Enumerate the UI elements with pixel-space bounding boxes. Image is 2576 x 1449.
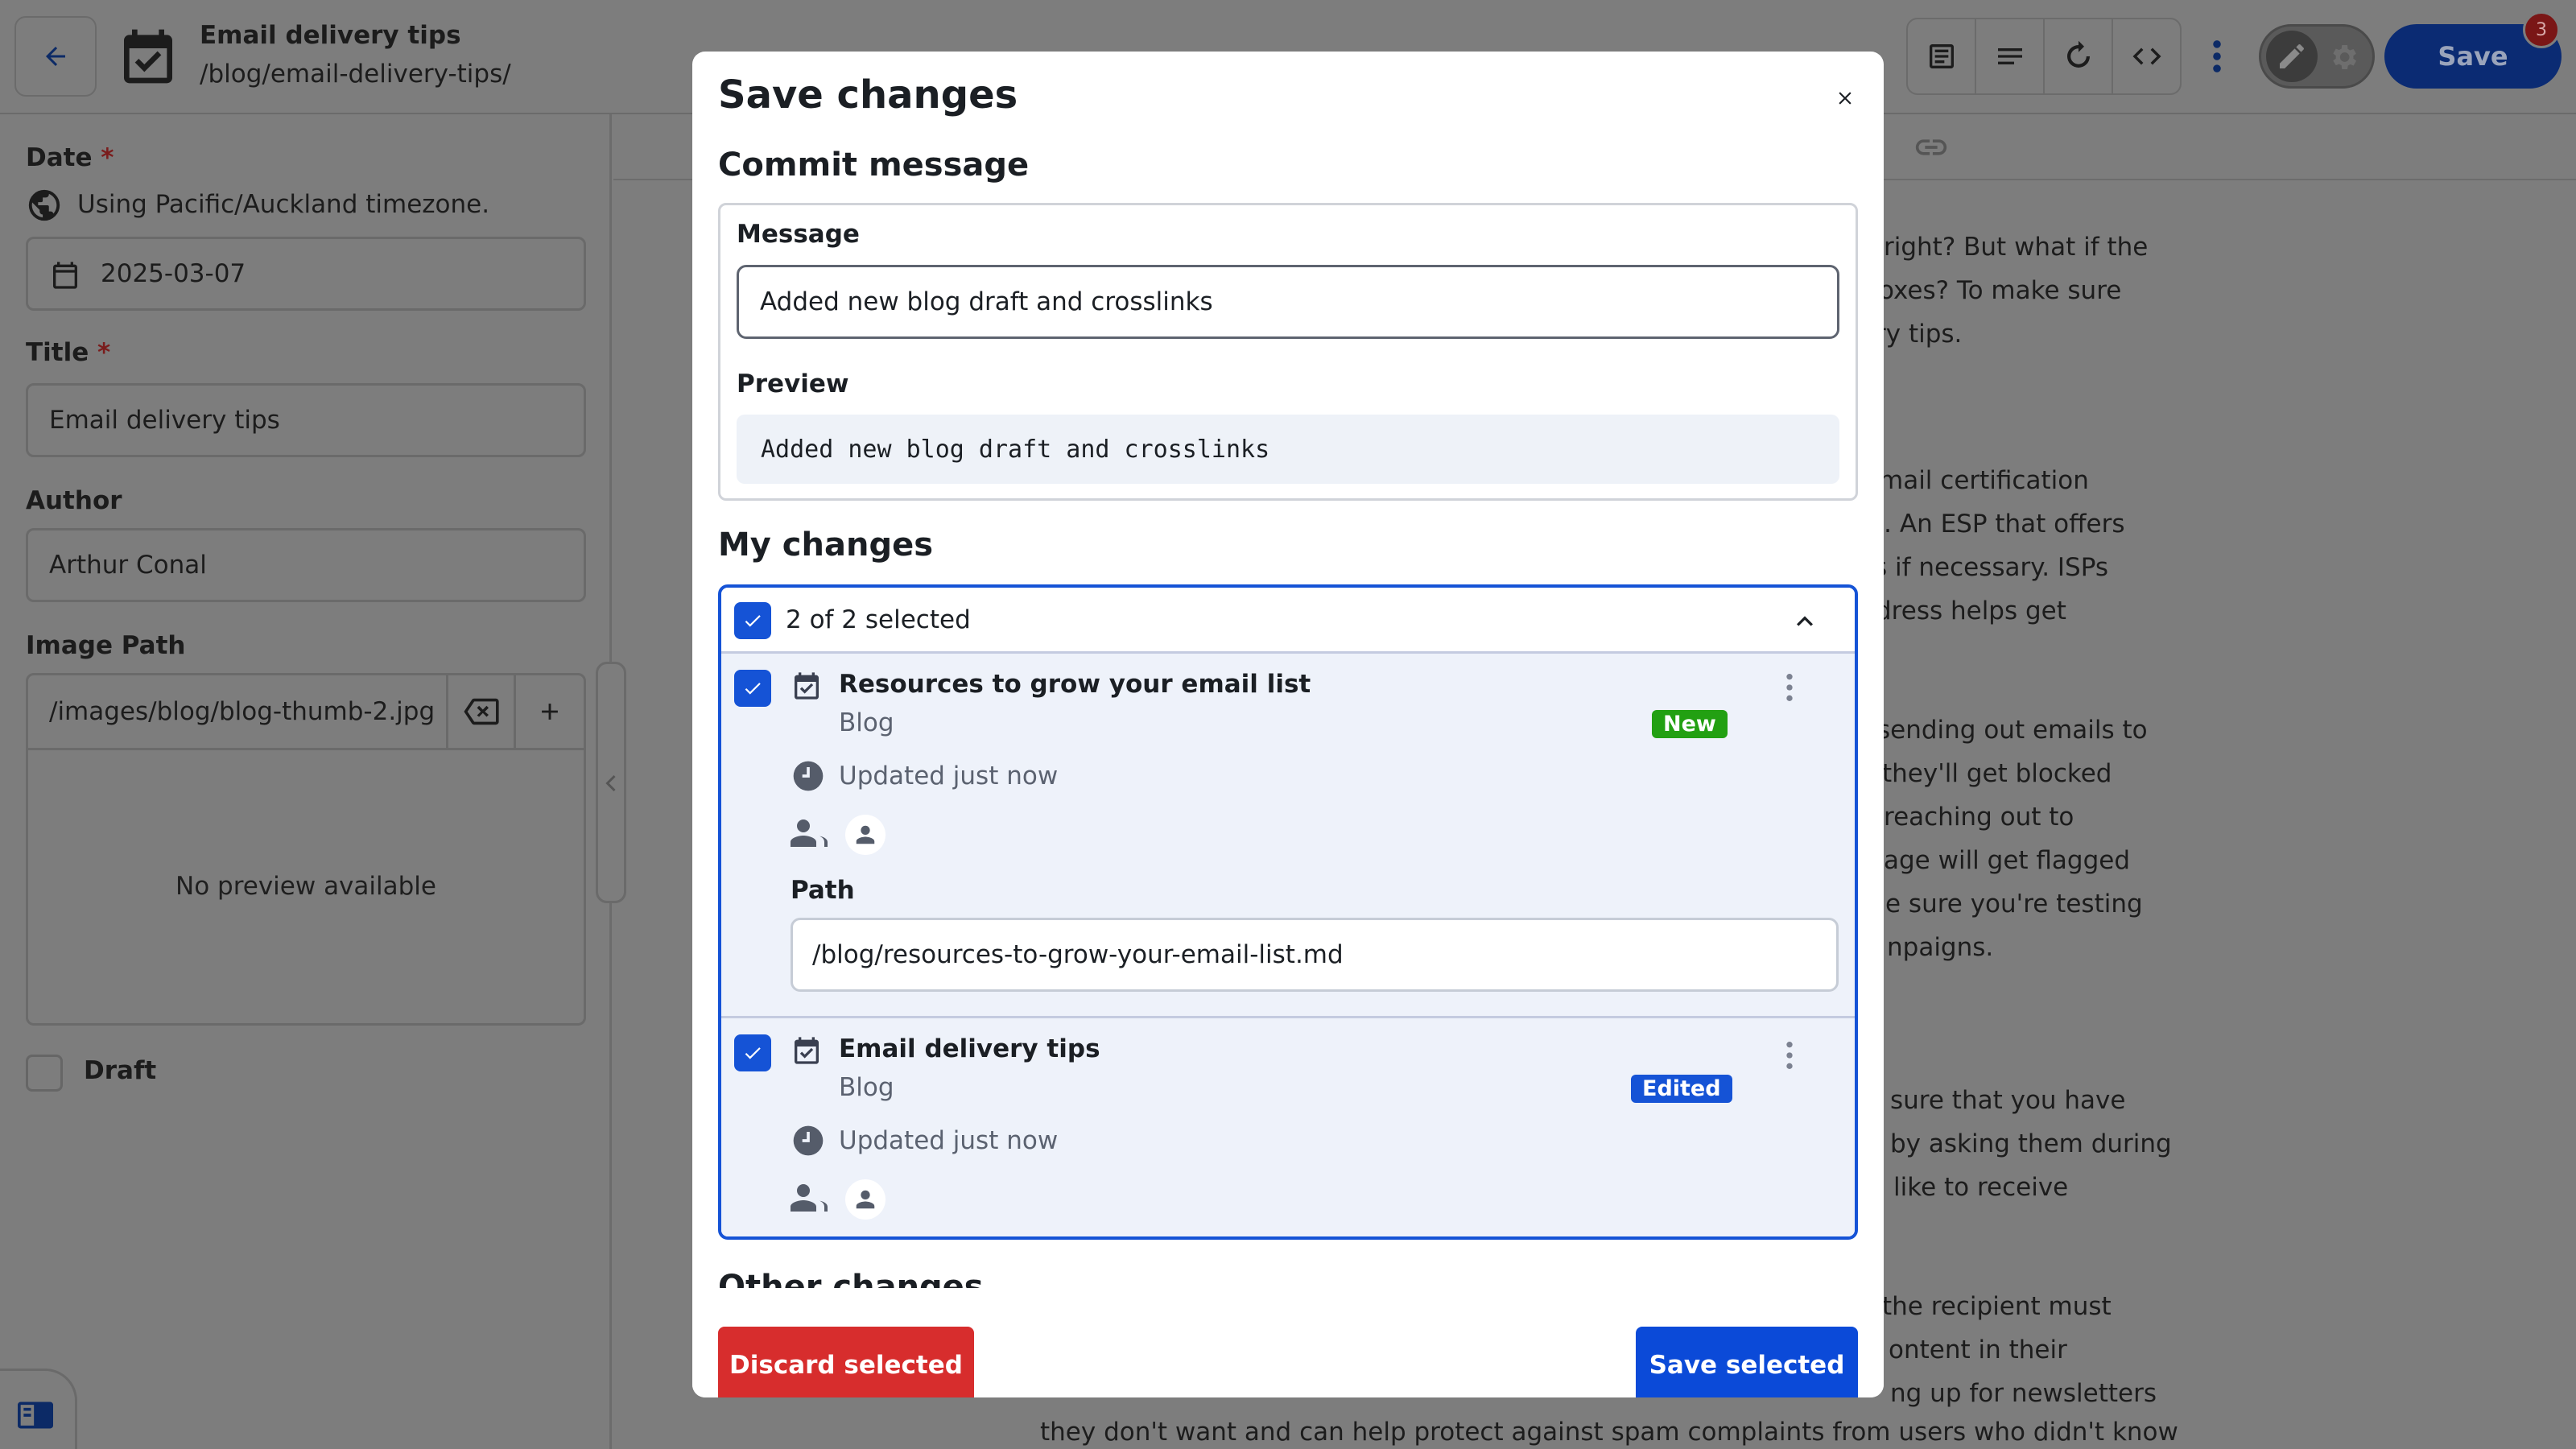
preview-label: Preview <box>737 369 849 398</box>
collapse-button[interactable] <box>1789 605 1821 638</box>
message-label: Message <box>737 220 860 249</box>
author-field-label: Author <box>26 486 122 515</box>
mode-toggle[interactable] <box>2259 24 2375 89</box>
title-input[interactable]: Email delivery tips <box>26 383 586 457</box>
item-more-icon[interactable] <box>1784 1039 1795 1071</box>
check-icon <box>745 683 761 695</box>
item-more-icon[interactable] <box>1784 671 1795 704</box>
select-all-checkbox[interactable] <box>734 602 771 639</box>
article-icon <box>1929 44 1954 68</box>
status-badge: Edited <box>1631 1075 1732 1103</box>
close-button[interactable] <box>1823 76 1868 121</box>
item-collection: Blog <box>839 708 894 737</box>
panel-toggle-button[interactable] <box>0 1368 77 1449</box>
draft-label: Draft <box>84 1056 157 1085</box>
pencil-icon <box>2266 31 2318 82</box>
save-changes-dialog: Save changes Commit message Message Adde… <box>692 52 1884 1397</box>
dialog-footer: Discard selected Save selected <box>692 1291 1884 1397</box>
refresh-icon <box>2066 40 2090 68</box>
back-button[interactable] <box>14 16 97 97</box>
image-path-input[interactable]: /images/blog/blog-thumb-2.jpg <box>28 675 448 748</box>
lines-icon <box>1997 48 2022 64</box>
sidebar-resize-handle[interactable] <box>596 662 626 903</box>
link-icon[interactable] <box>1913 134 1950 161</box>
entry-title: Email delivery tips <box>200 21 461 50</box>
change-item: Resources to grow your email list Blog N… <box>721 654 1855 1016</box>
plus-icon <box>542 704 558 720</box>
clock-icon <box>791 1123 826 1158</box>
add-image-button[interactable] <box>516 675 584 748</box>
dialog-title: Save changes <box>718 72 1018 118</box>
item-checkbox[interactable] <box>734 1034 771 1071</box>
item-checkbox[interactable] <box>734 670 771 707</box>
close-icon <box>1839 92 1852 105</box>
other-changes-heading: Other changes <box>718 1269 984 1288</box>
image-path-field: /images/blog/blog-thumb-2.jpg <box>26 673 586 750</box>
clear-image-button[interactable] <box>448 675 516 748</box>
avatar <box>845 815 886 855</box>
timezone-note: Using Pacific/Auckland timezone. <box>77 190 490 219</box>
check-icon <box>745 615 761 627</box>
entry-path: /blog/email-delivery-tips/ <box>200 60 511 89</box>
title-field-label: Title * <box>26 338 111 367</box>
preview-toggle-button[interactable] <box>1908 19 1976 93</box>
arrow-left-icon <box>46 47 65 66</box>
selection-summary: 2 of 2 selected <box>786 605 971 634</box>
date-value: 2025-03-07 <box>101 259 246 288</box>
calendar-check-icon <box>116 23 180 90</box>
change-item: Email delivery tips Blog Edited Updated … <box>721 1018 1855 1236</box>
people-icon <box>789 819 828 848</box>
item-collection: Blog <box>839 1073 894 1102</box>
changes-header: 2 of 2 selected <box>721 588 1855 654</box>
gear-icon <box>2327 41 2359 73</box>
commit-message-panel: Message Added new blog draft and crossli… <box>718 203 1858 501</box>
code-icon <box>2132 47 2161 65</box>
editor-view-toolbar <box>1906 18 2182 95</box>
chevron-up-icon <box>1797 616 1813 626</box>
item-updated: Updated just now <box>839 762 1059 791</box>
item-title: Email delivery tips <box>839 1034 1100 1063</box>
toc-button[interactable] <box>1976 19 2045 93</box>
item-title: Resources to grow your email list <box>839 670 1311 699</box>
code-view-button[interactable] <box>2113 19 2180 93</box>
commit-message-heading: Commit message <box>718 147 1030 184</box>
person-icon <box>856 825 875 844</box>
draft-checkbox[interactable] <box>26 1055 63 1092</box>
backspace-icon <box>463 698 499 725</box>
discard-selected-button[interactable]: Discard selected <box>718 1327 974 1397</box>
sidebar-panel-icon <box>18 1402 53 1429</box>
calendar-icon <box>49 258 81 292</box>
image-path-label: Image Path <box>26 631 186 660</box>
people-icon <box>789 1184 828 1213</box>
item-updated: Updated just now <box>839 1126 1059 1155</box>
editor-body-line: they don't want and can help protect aga… <box>1040 1418 2178 1447</box>
date-field-label: Date * <box>26 143 114 172</box>
unsaved-count-badge: 3 <box>2523 11 2560 48</box>
person-icon <box>856 1190 875 1209</box>
save-selected-button[interactable]: Save selected <box>1636 1327 1858 1397</box>
globe-icon <box>26 187 63 224</box>
path-label: Path <box>791 876 855 905</box>
calendar-check-icon <box>791 1033 823 1068</box>
avatar <box>845 1179 886 1220</box>
calendar-check-icon <box>791 668 823 704</box>
commit-message-input[interactable]: Added new blog draft and crosslinks <box>737 265 1839 339</box>
date-input[interactable]: 2025-03-07 <box>26 237 586 311</box>
clock-icon <box>791 758 826 794</box>
check-icon <box>745 1047 761 1059</box>
my-changes-heading: My changes <box>718 526 934 564</box>
commit-preview: Added new blog draft and crosslinks <box>737 415 1839 484</box>
status-badge: New <box>1652 710 1728 738</box>
author-input[interactable]: Arthur Conal <box>26 528 586 602</box>
chevron-left-icon <box>605 774 616 792</box>
more-options-icon[interactable] <box>2206 35 2228 77</box>
path-input[interactable]: /blog/resources-to-grow-your-email-list.… <box>791 918 1839 992</box>
my-changes-list: 2 of 2 selected Resources to grow your e… <box>718 584 1858 1240</box>
image-preview: No preview available <box>26 749 586 1026</box>
sync-scroll-button[interactable] <box>2045 19 2113 93</box>
